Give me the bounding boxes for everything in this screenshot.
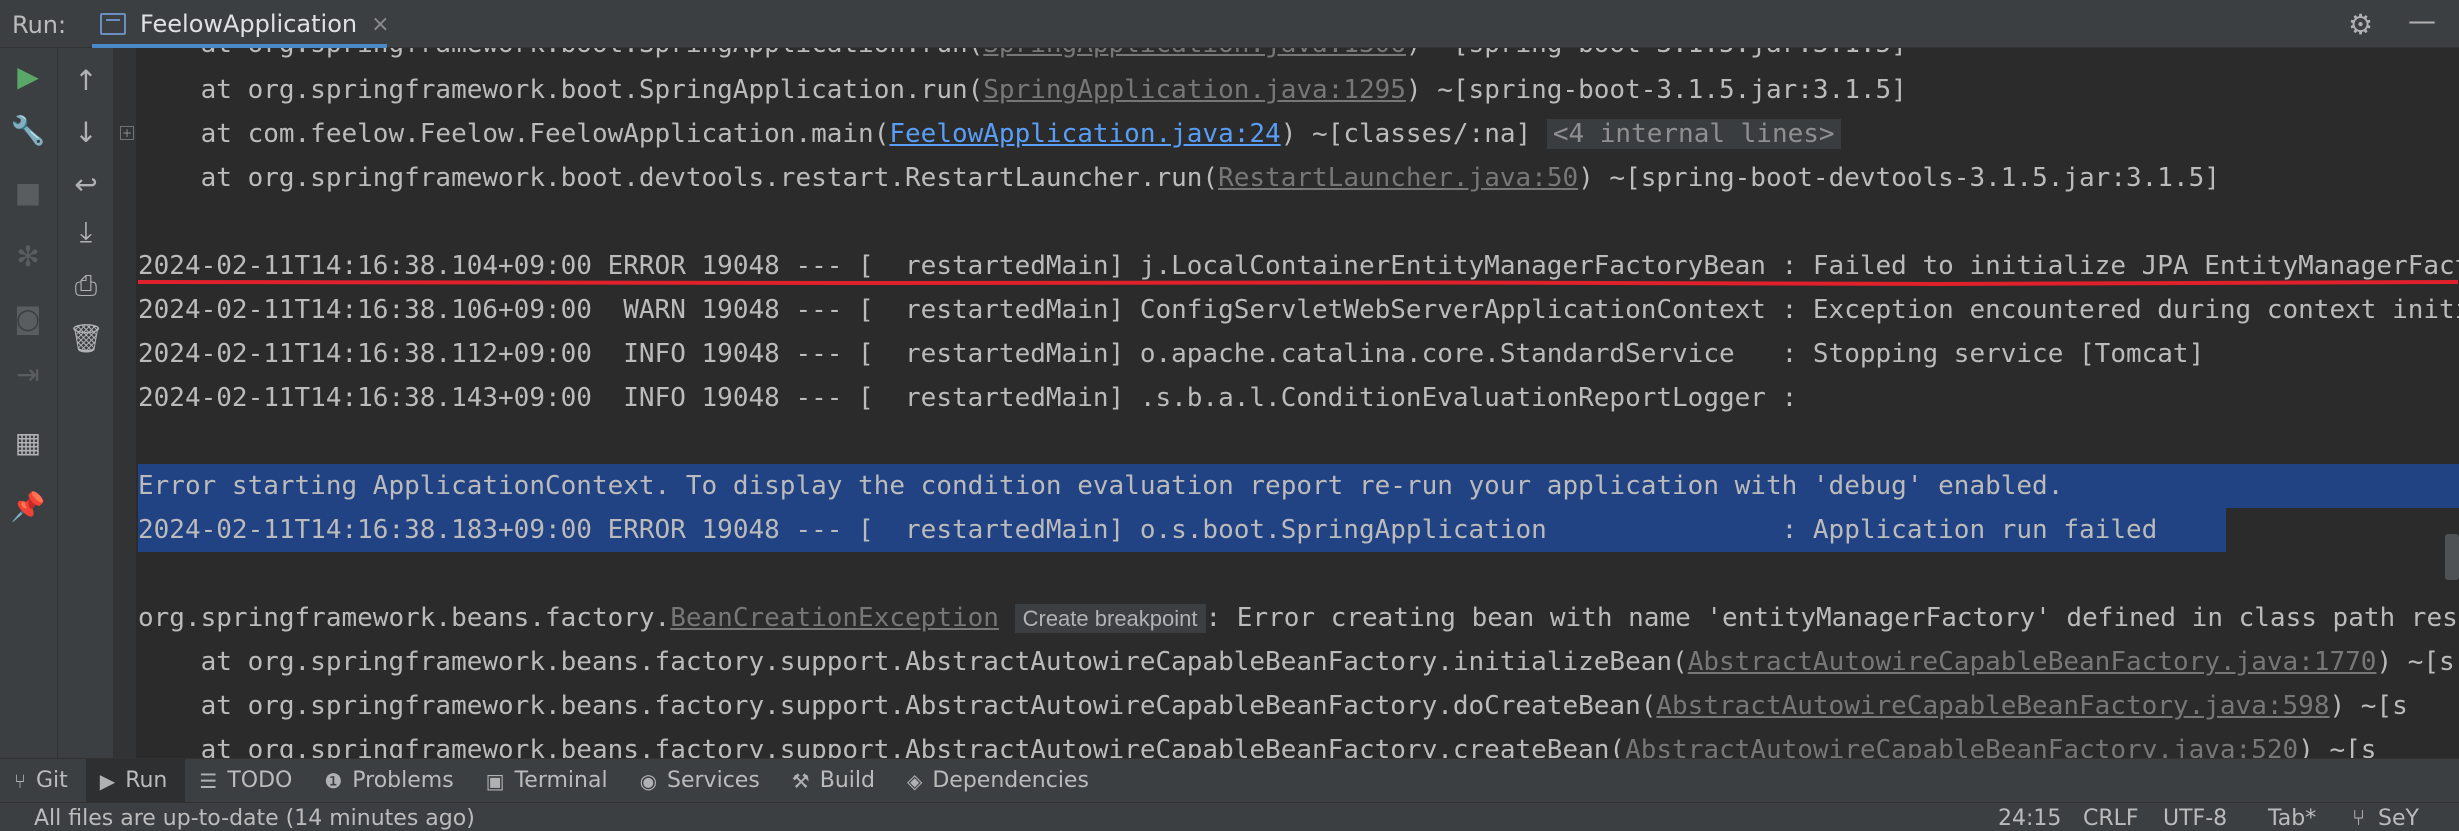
run-tab-title: FeelowApplication bbox=[140, 10, 358, 38]
tab-label: Run bbox=[125, 768, 168, 793]
source-link[interactable]: FeelowApplication.java:24 bbox=[889, 119, 1280, 149]
rerun-icon[interactable]: ▶ bbox=[8, 56, 48, 96]
debug-bug-icon[interactable]: ✻ bbox=[8, 236, 48, 276]
console-line: at org.springframework.boot.devtools.res… bbox=[138, 156, 2220, 200]
line-text: ) ~[classes/:na] bbox=[1280, 119, 1547, 149]
stop-icon[interactable]: ■ bbox=[8, 172, 48, 212]
status-bar: All files are up-to-date (14 minutes ago… bbox=[0, 802, 2459, 831]
console-output[interactable]: + at org.springframework.boot.SpringAppl… bbox=[114, 48, 2459, 758]
line-text: at org.springframework.boot.SpringApplic… bbox=[138, 75, 984, 105]
console-line: at org.springframework.beans.factory.sup… bbox=[138, 728, 2377, 758]
console-actions-toolbar: ↑ ↓ ↩ ⤓ ⎙ 🗑 bbox=[58, 48, 114, 758]
run-label: Run: bbox=[12, 11, 67, 39]
selected-error-message: Error starting ApplicationContext. To di… bbox=[138, 471, 2064, 501]
caret-position[interactable]: 24:15 bbox=[1998, 806, 2061, 831]
tab-label: Services bbox=[667, 768, 760, 793]
vertical-scrollbar-thumb[interactable] bbox=[2445, 534, 2459, 580]
status-message[interactable]: All files are up-to-date (14 minutes ago… bbox=[34, 806, 475, 831]
layout-icon[interactable]: ▦ bbox=[8, 422, 48, 462]
internal-lines-folder[interactable]: <4 internal lines> bbox=[1546, 119, 1841, 149]
line-text: : Error creating bean with name 'entityM… bbox=[1205, 603, 2459, 633]
tab-build[interactable]: ⚒ Build bbox=[778, 759, 893, 803]
log-line-info: 2024-02-11T14:16:38.112+09:00 INFO 19048… bbox=[138, 339, 2205, 369]
tab-label: Git bbox=[36, 768, 68, 793]
tab-label: TODO bbox=[227, 768, 293, 793]
indent-setting[interactable]: Tab* bbox=[2268, 806, 2316, 831]
arrow-up-icon[interactable]: ↑ bbox=[66, 60, 106, 100]
application-window-icon bbox=[100, 13, 126, 35]
source-link[interactable]: AbstractAutowireCapableBeanFactory.java:… bbox=[1625, 735, 2298, 758]
line-text: at org.springframework.beans.factory.sup… bbox=[138, 647, 1688, 677]
services-icon: ◉ bbox=[639, 768, 658, 793]
git-branch-icon: ⑂ bbox=[14, 768, 26, 793]
source-link[interactable]: AbstractAutowireCapableBeanFactory.java:… bbox=[1656, 691, 2329, 721]
arrow-down-icon[interactable]: ↓ bbox=[66, 112, 106, 152]
line-text: at org.springframework.beans.factory.sup… bbox=[138, 735, 1626, 758]
list-icon: ☰ bbox=[199, 768, 218, 793]
red-annotation-underline bbox=[138, 280, 2458, 286]
log-line-info: 2024-02-11T14:16:38.143+09:00 INFO 19048… bbox=[138, 383, 1798, 413]
vcs-branch-icon: ⑂ bbox=[2352, 806, 2366, 831]
camera-icon[interactable]: ◙ bbox=[8, 298, 48, 338]
close-icon[interactable]: × bbox=[371, 12, 389, 37]
wrench-icon[interactable]: 🔧 bbox=[8, 110, 48, 150]
line-text: ) ~[s bbox=[2329, 691, 2408, 721]
line-text: org.springframework.beans.factory. bbox=[138, 603, 671, 633]
print-icon[interactable]: ⎙ bbox=[66, 266, 106, 306]
line-text: ) ~[spring-boot-devtools-3.1.5.jar:3.1.5… bbox=[1578, 163, 2220, 193]
tab-dependencies[interactable]: ◈ Dependencies bbox=[893, 759, 1107, 803]
console-line: at org.springframework.boot.SpringApplic… bbox=[138, 68, 1907, 112]
line-text: ) ~[spring-boot-3.1.5.jar:3.1.5] bbox=[1405, 75, 1907, 105]
tab-label: Build bbox=[819, 768, 875, 793]
tab-git[interactable]: ⑂ Git bbox=[0, 759, 86, 803]
soft-wrap-icon[interactable]: ↩ bbox=[66, 164, 106, 204]
play-icon: ▶ bbox=[99, 768, 116, 793]
tool-window-bar: ⑂ Git ▶ Run ☰ TODO ❶ Problems ▣ Terminal ◉ Ser… bbox=[0, 758, 2459, 803]
vcs-branch[interactable]: SeY bbox=[2378, 806, 2419, 831]
exception-class-link[interactable]: BeanCreationException bbox=[670, 603, 999, 633]
terminal-icon: ▣ bbox=[485, 768, 505, 793]
line-text: at org.springframework.beans.factory.sup… bbox=[138, 691, 1657, 721]
gear-icon[interactable]: ⚙ bbox=[2348, 8, 2373, 41]
source-link[interactable]: RestartLauncher.java:50 bbox=[1218, 163, 1578, 193]
run-actions-toolbar: ▶ 🔧 ■ ✻ ◙ ⇥ ▦ 📌 bbox=[0, 48, 58, 758]
tab-label: Problems bbox=[352, 768, 454, 793]
tab-label: Dependencies bbox=[932, 768, 1089, 793]
tab-run[interactable]: ▶ Run bbox=[85, 758, 186, 803]
source-link[interactable]: AbstractAutowireCapableBeanFactory.java:… bbox=[1688, 647, 2377, 677]
trash-icon[interactable]: 🗑 bbox=[66, 318, 106, 358]
line-separator[interactable]: CRLF bbox=[2083, 806, 2139, 831]
tab-terminal[interactable]: ▣ Terminal bbox=[472, 759, 626, 803]
source-link[interactable]: SpringApplication.java:1295 bbox=[983, 75, 1406, 105]
minus-icon[interactable]: — bbox=[2408, 4, 2436, 37]
line-text: ) ~[s bbox=[2298, 735, 2377, 758]
scroll-to-end-icon[interactable]: ⤓ bbox=[66, 212, 106, 252]
console-line: at org.springframework.beans.factory.sup… bbox=[138, 640, 2455, 684]
console-line: at com.feelow.Feelow.FeelowApplication.m… bbox=[138, 112, 1841, 156]
console-line-partial: at org.springframework.boot.SpringApplic… bbox=[138, 48, 1907, 66]
run-tab-feelow-application[interactable]: FeelowApplication × bbox=[90, 0, 390, 48]
pin-icon[interactable]: 📌 bbox=[8, 486, 48, 526]
create-breakpoint-button[interactable]: Create breakpoint bbox=[1014, 604, 1206, 633]
tab-services[interactable]: ◉ Services bbox=[626, 759, 778, 803]
exit-icon[interactable]: ⇥ bbox=[8, 354, 48, 394]
expand-fold-icon[interactable]: + bbox=[120, 126, 134, 140]
tab-todo[interactable]: ☰ TODO bbox=[185, 759, 310, 803]
tab-problems[interactable]: ❶ Problems bbox=[310, 759, 471, 803]
line-text: ) ~[s bbox=[2376, 647, 2455, 677]
hammer-icon: ⚒ bbox=[791, 768, 810, 793]
console-line: at org.springframework.beans.factory.sup… bbox=[138, 684, 2408, 728]
run-tool-window-header: Run: FeelowApplication × ⚙ — bbox=[0, 0, 2459, 48]
info-icon: ❶ bbox=[324, 768, 343, 793]
layers-icon: ◈ bbox=[906, 768, 923, 793]
line-text: at org.springframework.boot.devtools.res… bbox=[138, 163, 1219, 193]
selected-log-line-error: 2024-02-11T14:16:38.183+09:00 ERROR 1904… bbox=[138, 515, 2158, 545]
exception-line: org.springframework.beans.factory.BeanCr… bbox=[138, 596, 2459, 640]
console-gutter bbox=[114, 48, 136, 758]
tab-label: Terminal bbox=[514, 768, 608, 793]
line-text: at com.feelow.Feelow.FeelowApplication.m… bbox=[138, 119, 890, 149]
log-line-warn: 2024-02-11T14:16:38.106+09:00 WARN 19048… bbox=[138, 295, 2459, 325]
file-encoding[interactable]: UTF-8 bbox=[2163, 806, 2227, 831]
